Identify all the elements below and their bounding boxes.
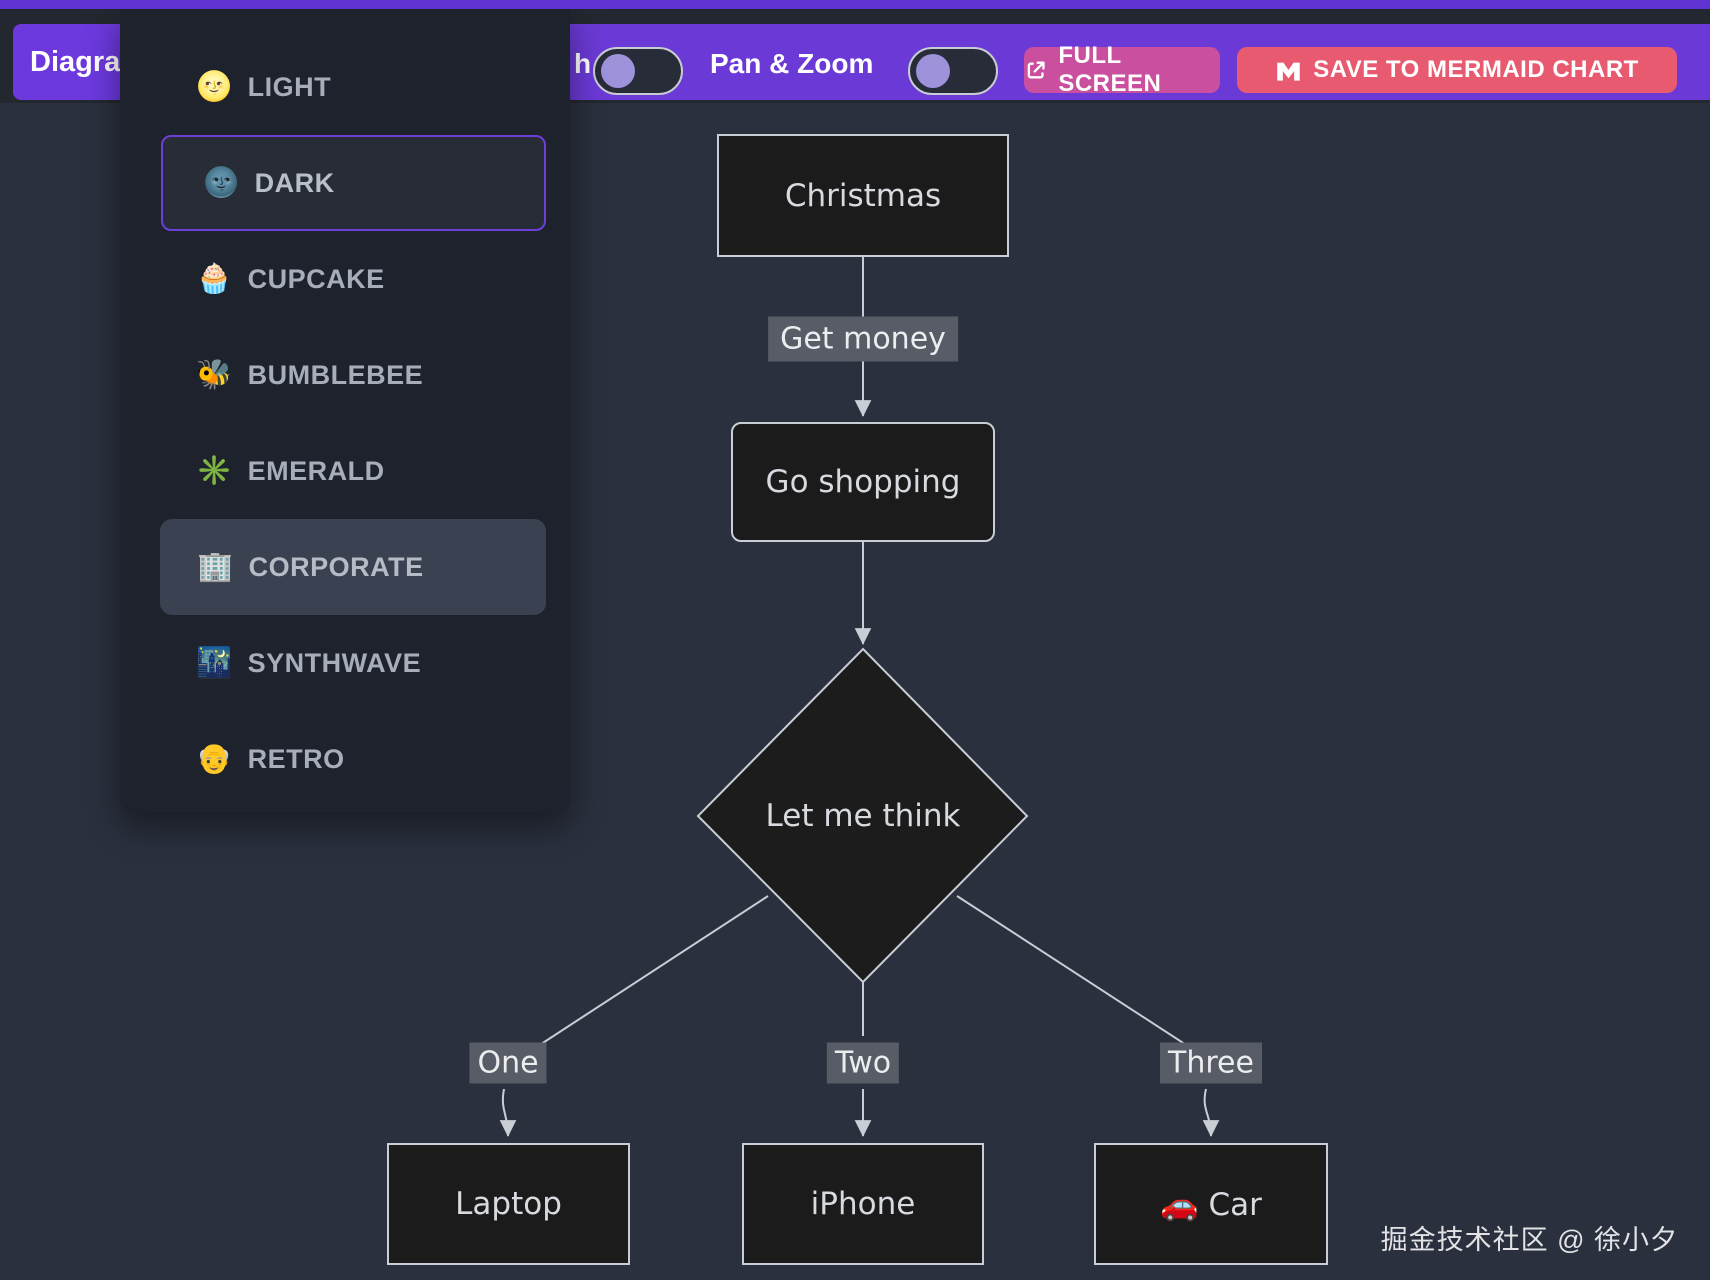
theme-dropdown-menu: 🌝 LIGHT 🌚 DARK 🧁 CUPCAKE 🐝 BUMBLEBEE ✳️ …: [120, 9, 570, 812]
edge-label-two: Two: [827, 1043, 899, 1084]
node-go-shopping: Go shopping: [731, 422, 995, 542]
fullscreen-button-label: FULL SCREEN: [1058, 42, 1220, 98]
theme-option-corporate[interactable]: 🏢 CORPORATE: [160, 519, 546, 615]
bee-theme-icon: 🐝: [196, 361, 233, 390]
edge-decision-to-one: [532, 896, 768, 1050]
pan-zoom-toggle[interactable]: [908, 47, 998, 95]
theme-option-label: DARK: [255, 168, 335, 199]
dark-theme-icon: 🌚: [203, 169, 240, 198]
theme-option-label: RETRO: [248, 744, 345, 775]
top-accent-strip: [0, 0, 1710, 9]
theme-option-label: LIGHT: [248, 72, 332, 103]
external-link-icon: [1024, 58, 1047, 83]
edge-decision-to-three: [957, 896, 1194, 1050]
sketch-toggle[interactable]: [593, 47, 683, 95]
toolbar-controls-panel: h Pan & Zoom FULL SCREEN SAVE TO MERMAID…: [566, 24, 1710, 100]
theme-option-emerald[interactable]: ✳️ EMERALD: [120, 423, 570, 519]
edge-label-get-money: Get money: [768, 317, 958, 362]
theme-option-light[interactable]: 🌝 LIGHT: [120, 39, 570, 135]
node-decision-label: Let me think: [766, 798, 961, 834]
edge-label-one: One: [469, 1043, 546, 1084]
save-to-mermaid-chart-button[interactable]: SAVE TO MERMAID CHART: [1237, 47, 1677, 93]
theme-option-cupcake[interactable]: 🧁 CUPCAKE: [120, 231, 570, 327]
node-iphone: iPhone: [742, 1143, 984, 1265]
sketch-toggle-knob: [601, 54, 635, 88]
office-building-theme-icon: 🏢: [197, 553, 234, 582]
theme-option-dark[interactable]: 🌚 DARK: [161, 135, 546, 231]
node-laptop: Laptop: [387, 1143, 630, 1265]
cupcake-theme-icon: 🧁: [196, 265, 233, 294]
pan-zoom-label: Pan & Zoom: [710, 48, 873, 80]
emerald-theme-icon: ✳️: [196, 457, 233, 486]
light-theme-icon: 🌝: [196, 73, 233, 102]
edge-one-to-laptop: [503, 1089, 508, 1136]
node-christmas: Christmas: [717, 134, 1009, 257]
sketch-toggle-label: h: [574, 48, 591, 80]
save-button-label: SAVE TO MERMAID CHART: [1313, 56, 1639, 84]
theme-option-label: CUPCAKE: [248, 264, 385, 295]
theme-option-synthwave[interactable]: 🌃 SYNTHWAVE: [120, 615, 570, 711]
theme-option-bumblebee[interactable]: 🐝 BUMBLEBEE: [120, 327, 570, 423]
theme-option-label: BUMBLEBEE: [248, 360, 424, 391]
fullscreen-button[interactable]: FULL SCREEN: [1024, 47, 1220, 93]
night-city-theme-icon: 🌃: [196, 649, 233, 678]
theme-option-label: SYNTHWAVE: [248, 648, 422, 679]
theme-option-retro[interactable]: 👴 RETRO: [120, 711, 570, 807]
edge-three-to-car: [1205, 1089, 1211, 1136]
watermark: 掘金技术社区 @ 徐小夕: [1381, 1218, 1678, 1257]
mermaid-chart-logo-icon: [1275, 57, 1302, 84]
theme-option-label: CORPORATE: [249, 552, 424, 583]
node-car: 🚗 Car: [1094, 1143, 1328, 1265]
old-man-theme-icon: 👴: [196, 745, 233, 774]
theme-option-label: EMERALD: [248, 456, 385, 487]
edge-label-three: Three: [1160, 1043, 1262, 1084]
pan-zoom-toggle-knob: [916, 54, 950, 88]
